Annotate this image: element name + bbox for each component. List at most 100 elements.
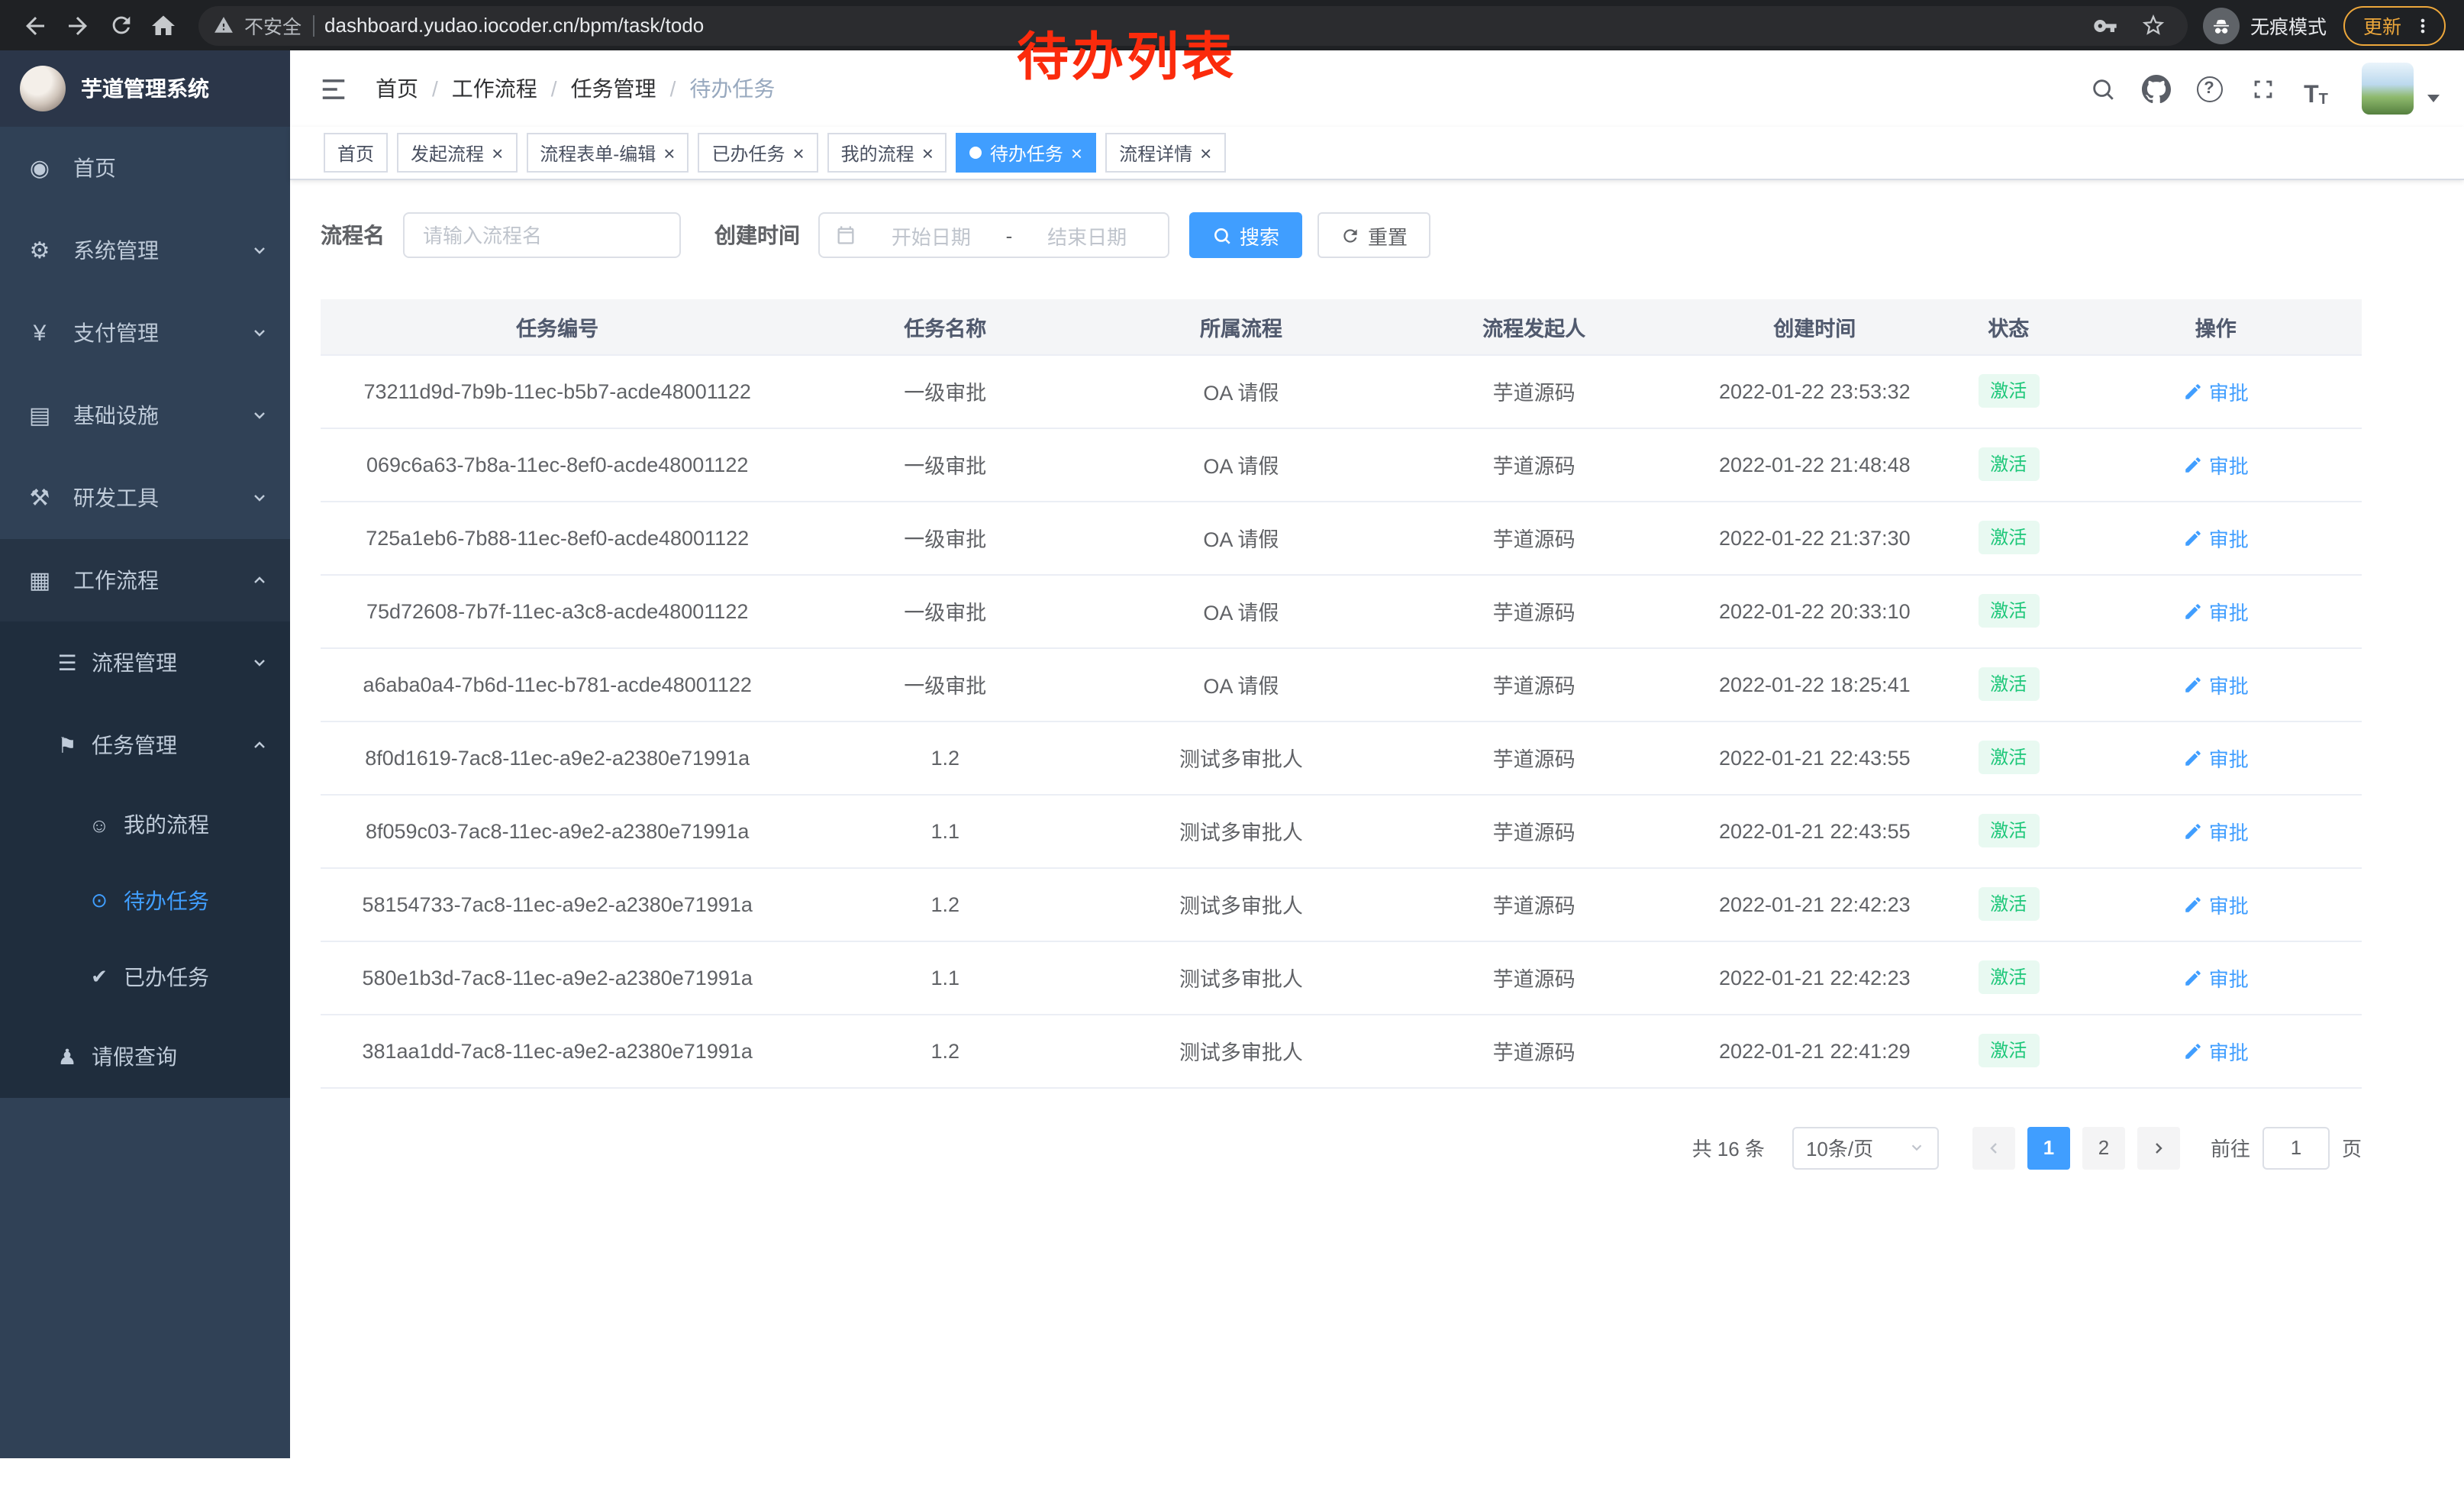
close-icon[interactable]: × <box>792 143 804 163</box>
close-icon[interactable]: × <box>492 143 503 163</box>
sidebar-item-system-management[interactable]: ⚙ 系统管理 <box>0 209 290 292</box>
sidebar-item-dev-tools[interactable]: ⚒ 研发工具 <box>0 457 290 539</box>
column-header: 所属流程 <box>1096 299 1386 354</box>
help-icon[interactable]: ? <box>2189 69 2229 108</box>
approve-link[interactable]: 审批 <box>2183 450 2249 479</box>
search-icon[interactable] <box>2082 69 2122 108</box>
tab-done-tasks[interactable]: 已办任务 × <box>698 133 818 173</box>
collapse-sidebar-icon[interactable] <box>314 70 351 107</box>
approve-link[interactable]: 审批 <box>2183 963 2249 992</box>
sidebar-item-label: 已办任务 <box>124 962 209 993</box>
table-header-row: 任务编号 任务名称 所属流程 流程发起人 创建时间 状态 操作 <box>321 299 2362 354</box>
next-page-button[interactable] <box>2137 1126 2180 1169</box>
table-row: 069c6a63-7b8a-11ec-8ef0-acde48001122 一级审… <box>321 428 2362 501</box>
sidebar-item-my-process[interactable]: ☺ 我的流程 <box>0 786 290 863</box>
approve-link[interactable]: 审批 <box>2183 670 2249 699</box>
chevron-up-icon <box>250 571 269 589</box>
close-icon[interactable]: × <box>1071 143 1082 163</box>
filter-bar: 流程名 创建时间 开始日期 - 结束日期 搜索 <box>321 212 2464 258</box>
breadcrumb-workflow[interactable]: 工作流程 <box>452 73 537 104</box>
browser-back-button[interactable] <box>15 5 55 45</box>
browser-menu-icon[interactable] <box>2412 15 2433 36</box>
breadcrumb-separator: / <box>670 76 676 101</box>
table-row: 58154733-7ac8-11ec-a9e2-a2380e71991a 1.2… <box>321 867 2362 941</box>
tab-todo-tasks[interactable]: 待办任务 × <box>956 133 1096 173</box>
close-icon[interactable]: × <box>1200 143 1211 163</box>
task-name-cell: 一级审批 <box>794 501 1096 574</box>
tab-form-edit[interactable]: 流程表单-编辑 × <box>526 133 689 173</box>
created-cell: 2022-01-22 23:53:32 <box>1682 354 1948 428</box>
font-size-icon[interactable]: TT <box>2296 69 2336 108</box>
sidebar-item-leave-query[interactable]: ♟ 请假查询 <box>0 1015 290 1098</box>
avatar[interactable] <box>2362 63 2414 115</box>
goto-unit-label: 页 <box>2342 1133 2362 1162</box>
task-name-cell: 一级审批 <box>794 354 1096 428</box>
sidebar-item-home[interactable]: ◉ 首页 <box>0 127 290 209</box>
goto-page-input[interactable] <box>2262 1126 2330 1169</box>
close-icon[interactable]: × <box>922 143 934 163</box>
tab-process-detail[interactable]: 流程详情 × <box>1105 133 1225 173</box>
avatar-dropdown-caret-icon[interactable] <box>2427 95 2440 102</box>
browser-forward-button[interactable] <box>58 5 98 45</box>
prev-page-button[interactable] <box>1972 1126 2015 1169</box>
browser-update-button[interactable]: 更新 <box>2343 5 2446 45</box>
table-row: a6aba0a4-7b6d-11ec-b781-acde48001122 一级审… <box>321 647 2362 721</box>
search-button[interactable]: 搜索 <box>1189 212 1302 258</box>
breadcrumb-home[interactable]: 首页 <box>376 73 418 104</box>
breadcrumb: 首页 / 工作流程 / 任务管理 / 待办任务 <box>376 73 775 104</box>
sidebar-item-payment-management[interactable]: ¥ 支付管理 <box>0 292 290 374</box>
reset-button[interactable]: 重置 <box>1317 212 1430 258</box>
sidebar-item-done-tasks[interactable]: ✔ 已办任务 <box>0 939 290 1015</box>
password-key-icon[interactable] <box>2087 13 2124 37</box>
status-badge: 激活 <box>1978 447 2039 481</box>
page-size-value: 10条/页 <box>1806 1133 1873 1162</box>
sidebar-item-process-management[interactable]: ☰ 流程管理 <box>0 621 290 704</box>
date-range-separator: - <box>1006 224 1013 247</box>
app-logo[interactable]: 芋道管理系统 <box>0 50 290 127</box>
approve-link[interactable]: 审批 <box>2183 376 2249 405</box>
sidebar-item-workflow[interactable]: ▦ 工作流程 <box>0 539 290 621</box>
process-cell: OA 请假 <box>1096 647 1386 721</box>
approve-link[interactable]: 审批 <box>2183 1036 2249 1065</box>
incognito-label: 无痕模式 <box>2250 11 2327 40</box>
approve-link[interactable]: 审批 <box>2183 743 2249 772</box>
page-button-1[interactable]: 1 <box>2027 1126 2070 1169</box>
sidebar-item-label: 首页 <box>73 153 116 183</box>
chevron-down-icon <box>250 406 269 424</box>
close-icon[interactable]: × <box>663 143 675 163</box>
page-size-select[interactable]: 10条/页 <box>1792 1126 1939 1169</box>
created-cell: 2022-01-22 18:25:41 <box>1682 647 1948 721</box>
sidebar-item-infrastructure[interactable]: ▤ 基础设施 <box>0 374 290 457</box>
workflow-icon: ▦ <box>21 567 58 594</box>
tab-start-process[interactable]: 发起流程 × <box>397 133 517 173</box>
end-date-placeholder[interactable]: 结束日期 <box>1021 221 1153 250</box>
process-name-input[interactable] <box>403 212 681 258</box>
initiator-cell: 芋道源码 <box>1386 501 1682 574</box>
sidebar-item-task-management[interactable]: ⚑ 任务管理 <box>0 704 290 786</box>
tab-my-process[interactable]: 我的流程 × <box>827 133 947 173</box>
page-button-2[interactable]: 2 <box>2082 1126 2125 1169</box>
github-icon[interactable] <box>2136 69 2175 108</box>
browser-reload-button[interactable] <box>101 5 140 45</box>
created-cell: 2022-01-22 21:48:48 <box>1682 428 1948 501</box>
bookmark-star-icon[interactable] <box>2134 12 2172 38</box>
browser-home-button[interactable] <box>144 5 183 45</box>
start-date-placeholder[interactable]: 开始日期 <box>866 221 997 250</box>
task-id-cell: 381aa1dd-7ac8-11ec-a9e2-a2380e71991a <box>321 1014 794 1087</box>
devtools-icon: ⚒ <box>21 484 58 512</box>
status-badge: 激活 <box>1978 887 2039 921</box>
date-range-picker[interactable]: 开始日期 - 结束日期 <box>818 212 1169 258</box>
sidebar-item-todo-tasks[interactable]: ⊙ 待办任务 <box>0 863 290 939</box>
initiator-cell: 芋道源码 <box>1386 794 1682 867</box>
fullscreen-icon[interactable] <box>2243 69 2282 108</box>
approve-link[interactable]: 审批 <box>2183 816 2249 845</box>
tab-home[interactable]: 首页 <box>324 133 388 173</box>
breadcrumb-task-management[interactable]: 任务管理 <box>571 73 656 104</box>
approve-link[interactable]: 审批 <box>2183 523 2249 552</box>
approve-link[interactable]: 审批 <box>2183 596 2249 625</box>
chevron-down-icon <box>250 654 269 672</box>
approve-link[interactable]: 审批 <box>2183 889 2249 918</box>
navbar-actions: ? TT <box>2082 63 2440 115</box>
sidebar-item-label: 流程管理 <box>92 647 177 678</box>
sidebar-item-label: 研发工具 <box>73 483 159 513</box>
